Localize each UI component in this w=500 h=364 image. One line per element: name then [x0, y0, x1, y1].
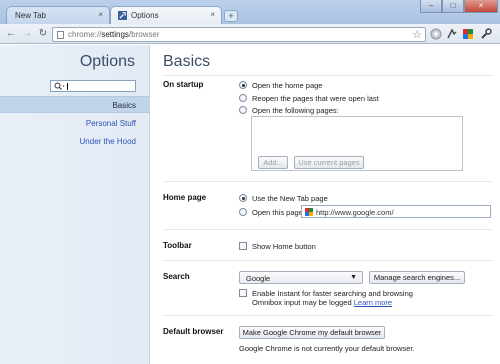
radio-button[interactable] [239, 94, 247, 102]
search-engine-select[interactable]: Google ▼ [239, 271, 363, 284]
radio-open-home-page[interactable]: Open the home page [239, 80, 322, 90]
radio-button[interactable] [239, 194, 247, 202]
make-default-browser-button[interactable]: Make Google Chrome my default browser [239, 326, 385, 339]
page-icon [57, 31, 64, 39]
option-label: Use the New Tab page [252, 193, 328, 203]
back-button[interactable]: ← [4, 27, 18, 41]
main-content: Basics On startup Open the home page Reo… [151, 45, 500, 364]
tab-close-icon[interactable]: × [210, 10, 215, 19]
close-window-button[interactable]: × [464, 0, 498, 13]
radio-reopen-pages[interactable]: Reopen the pages that were open last [239, 93, 379, 103]
address-url: chrome://settings/browser [68, 30, 160, 39]
radio-button[interactable] [239, 106, 247, 114]
divider [163, 229, 493, 230]
divider [163, 181, 493, 182]
tab-title: New Tab [15, 11, 46, 20]
reload-button[interactable]: ↻ [36, 27, 50, 41]
browser-toolbar: ← → ↻ chrome://settings/browser ☆ [0, 24, 500, 44]
search-icon [54, 82, 65, 90]
tab-close-icon[interactable]: × [98, 10, 103, 19]
radio-use-new-tab-page[interactable]: Use the New Tab page [239, 193, 328, 203]
manage-search-engines-button[interactable]: Manage search engines... [369, 271, 465, 284]
extension-icon[interactable] [430, 28, 442, 40]
home-page-url: http://www.google.com/ [316, 208, 394, 217]
checkbox-enable-instant[interactable] [239, 288, 252, 298]
home-page-url-field[interactable]: http://www.google.com/ [301, 205, 491, 218]
divider [163, 75, 493, 76]
window-controls: – □ × [420, 0, 498, 14]
instant-description: Enable Instant for faster searching and … [252, 289, 413, 307]
title-bar: New Tab × Options × + – □ × [0, 0, 500, 24]
forward-button[interactable]: → [20, 27, 34, 41]
option-label: Open the following pages: [252, 105, 339, 115]
google-favicon-icon [305, 208, 313, 216]
add-page-button[interactable]: Add... [258, 156, 288, 169]
section-label-default-browser: Default browser [163, 327, 224, 336]
instant-note: Omnibox input may be logged Learn more [252, 298, 393, 307]
option-label: Open the home page [252, 80, 323, 90]
startup-pages-list[interactable]: Add... Use current pages [251, 116, 463, 171]
use-current-pages-button[interactable]: Use current pages [294, 156, 364, 169]
radio-open-following-pages[interactable]: Open the following pages: [239, 105, 339, 115]
tab-new-tab[interactable]: New Tab × [6, 6, 110, 24]
radio-button[interactable] [239, 208, 247, 216]
sidebar: Options Basics Personal Stuff Under the … [0, 45, 150, 364]
option-label: Reopen the pages that were open last [252, 93, 379, 103]
sidebar-item-personal-stuff[interactable]: Personal Stuff [0, 115, 150, 132]
sidebar-item-basics[interactable]: Basics [0, 96, 150, 113]
tab-options[interactable]: Options × [110, 6, 222, 24]
new-tab-button[interactable]: + [224, 10, 238, 22]
section-label-search: Search [163, 272, 190, 281]
sidebar-item-under-the-hood[interactable]: Under the Hood [0, 133, 150, 150]
checkbox[interactable] [239, 242, 247, 250]
address-bar[interactable]: chrome://settings/browser ☆ [52, 27, 426, 42]
section-label-toolbar: Toolbar [163, 241, 192, 250]
default-browser-status: Google Chrome is not currently your defa… [239, 344, 415, 353]
selected-engine: Google [246, 274, 271, 283]
section-label-home-page: Home page [163, 193, 207, 202]
sidebar-title: Options [79, 53, 135, 70]
divider [163, 315, 493, 316]
download-icon[interactable] [446, 28, 458, 40]
wrench-icon[interactable] [480, 28, 492, 40]
wrench-icon [118, 11, 127, 20]
checkbox-show-home-button[interactable]: Show Home button [239, 241, 316, 251]
bookmark-star-icon[interactable]: ☆ [412, 28, 422, 41]
search-input[interactable] [50, 80, 136, 92]
option-label: Show Home button [252, 241, 316, 251]
option-label: Open this page: [252, 207, 305, 217]
learn-more-link[interactable]: Learn more [354, 298, 392, 307]
minimize-button[interactable]: – [420, 0, 442, 13]
radio-button[interactable] [239, 81, 247, 89]
dropdown-arrow-icon: ▼ [350, 274, 357, 281]
tab-title: Options [131, 11, 159, 20]
divider [163, 260, 493, 261]
page-title: Basics [163, 53, 211, 70]
apps-icon[interactable] [462, 28, 474, 40]
text-cursor [67, 83, 68, 90]
maximize-button[interactable]: □ [442, 0, 464, 13]
radio-open-this-page[interactable]: Open this page: [239, 207, 305, 217]
section-label-startup: On startup [163, 80, 204, 89]
instant-label: Enable Instant for faster searching and … [252, 289, 413, 298]
checkbox[interactable] [239, 289, 247, 297]
